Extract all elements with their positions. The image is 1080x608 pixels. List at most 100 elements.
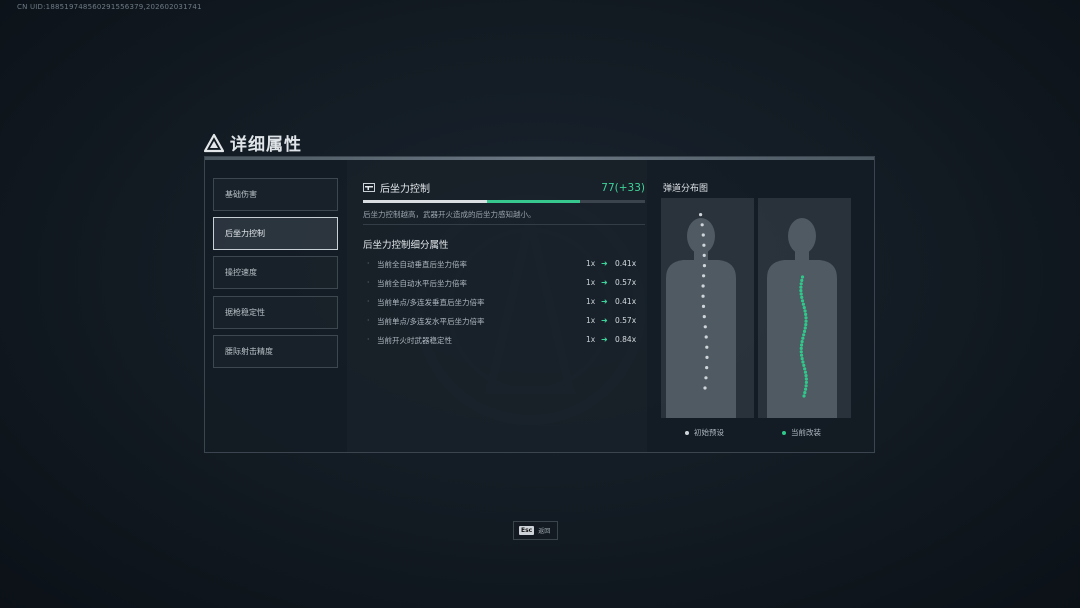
attr-from: 1x — [586, 297, 596, 306]
spread-dot — [802, 363, 806, 367]
attr-to: 0.41x — [615, 297, 637, 306]
page-header: 详细属性 — [204, 130, 302, 155]
spread-dot — [800, 295, 804, 299]
attr-label: 当前全自动垂直后坐力倍率 — [377, 260, 467, 269]
spread-dot — [803, 370, 808, 374]
spread-dot — [804, 323, 808, 327]
list-item: · 当前全自动垂直后坐力倍率 1x ➜ 0.41x — [367, 259, 637, 269]
spread-dot — [703, 325, 707, 329]
spread-dot — [701, 233, 705, 237]
nav-item-recoil-control[interactable]: 后坐力控制 — [213, 217, 338, 250]
stat-header: 后坐力控制 77(+33) — [363, 180, 645, 195]
spread-dot — [804, 374, 808, 378]
stat-detail: 后坐力控制 77(+33) 后坐力控制越高，武器开火造成的后坐力感知越小。 后坐… — [347, 160, 647, 452]
spread-dot — [802, 329, 807, 333]
spread-dot — [700, 223, 704, 227]
spread-dot — [803, 387, 808, 391]
esc-key-icon: Esc — [519, 526, 535, 535]
spread-dot — [803, 326, 807, 330]
attr-label: 当前单点/多连发垂直后坐力倍率 — [377, 298, 485, 307]
arrow-right-icon: ➜ — [601, 278, 608, 287]
gun-icon — [363, 183, 375, 192]
spread-dot — [799, 285, 803, 289]
attr-from: 1x — [586, 335, 596, 344]
back-button[interactable]: Esc 返回 — [513, 521, 558, 540]
sub-attributes-title: 后坐力控制细分属性 — [363, 240, 449, 251]
page-title: 详细属性 — [230, 135, 302, 155]
nav-item-base-damage[interactable]: 基础伤害 — [213, 178, 338, 211]
legend-initial: 初始预设 — [685, 427, 724, 438]
spread-dot — [800, 278, 804, 282]
back-label: 返回 — [538, 528, 551, 535]
spread-dot — [803, 367, 807, 371]
stat-name: 后坐力控制 — [380, 184, 430, 195]
warning-triangle-icon — [204, 133, 224, 152]
nav-item-handling-speed[interactable]: 操控速度 — [213, 256, 338, 289]
spread-dot — [800, 275, 805, 279]
dot-icon — [685, 430, 689, 435]
attr-to: 0.57x — [615, 316, 637, 325]
attr-label: 当前单点/多连发水平后坐力倍率 — [377, 317, 485, 326]
spread-dot — [804, 312, 808, 316]
legend-current: 当前改装 — [782, 427, 821, 438]
spread-current-chart — [767, 218, 837, 418]
spread-dot — [701, 284, 705, 288]
details-panel: 基础伤害 后坐力控制 操控速度 据枪稳定性 腰际射击精度 后坐力控制 77(+3… — [204, 156, 875, 453]
divider — [363, 224, 645, 225]
spread-title: 弹道分布图 — [663, 184, 709, 194]
stat-bar — [363, 200, 645, 203]
spread-dot — [804, 380, 808, 384]
spread-dot — [705, 345, 709, 349]
list-item: · 当前开火时武器稳定性 1x ➜ 0.84x — [367, 335, 637, 345]
arrow-right-icon: ➜ — [601, 316, 608, 325]
spread-dot — [799, 353, 804, 357]
spread-dot — [800, 299, 805, 303]
spread-dot — [801, 360, 805, 364]
arrow-right-icon: ➜ — [601, 297, 608, 306]
spread-current-panel — [758, 198, 851, 418]
attr-from: 1x — [586, 316, 596, 325]
stat-value: 77(+33) — [601, 181, 645, 194]
spread-dot — [702, 264, 707, 268]
stat-bar-bonus — [487, 200, 581, 203]
spread-dot — [804, 377, 808, 381]
spread-dot — [799, 346, 803, 350]
list-item: · 当前全自动水平后坐力倍率 1x ➜ 0.57x — [367, 278, 637, 288]
dot-icon — [782, 430, 786, 435]
spread-initial-chart — [666, 213, 736, 418]
spread-dot — [701, 294, 705, 298]
uid-text: CN UID:18851974856029155637​9,2026020317… — [17, 3, 202, 11]
spread-dot — [804, 384, 808, 388]
spread-section: 弹道分布图 初始预设 当前改装 — [647, 160, 874, 452]
arrow-right-icon: ➜ — [601, 259, 608, 268]
attr-label: 当前全自动水平后坐力倍率 — [377, 279, 467, 288]
spread-dot — [704, 376, 708, 380]
spread-dot — [701, 304, 706, 308]
attr-to: 0.57x — [615, 278, 637, 287]
spread-dot — [705, 355, 709, 359]
spread-initial-panel — [661, 198, 754, 418]
nav-item-aim-stability[interactable]: 据枪稳定性 — [213, 296, 338, 329]
spread-dot — [804, 316, 808, 320]
spread-dot — [704, 335, 708, 339]
attr-from: 1x — [586, 278, 596, 287]
spread-dot — [703, 386, 707, 390]
spread-dot — [799, 343, 804, 347]
spread-dot — [799, 289, 803, 293]
spread-dot — [698, 213, 703, 217]
spread-dot — [702, 243, 706, 247]
list-item: · 当前单点/多连发垂直后坐力倍率 1x ➜ 0.41x — [367, 297, 637, 307]
spread-dot — [705, 366, 709, 370]
spread-dot — [701, 274, 706, 278]
spread-dot — [702, 253, 706, 257]
spread-dot — [801, 302, 805, 306]
spread-dot — [802, 394, 806, 398]
spread-dot — [800, 340, 804, 344]
nav-item-hipfire-accuracy[interactable]: 腰际射击精度 — [213, 335, 338, 368]
spread-dot — [802, 306, 806, 310]
spread-dot — [799, 350, 803, 354]
attr-from: 1x — [586, 259, 596, 268]
spread-dot — [804, 319, 808, 323]
spread-dot — [799, 282, 803, 286]
stat-description: 后坐力控制越高，武器开火造成的后坐力感知越小。 — [363, 210, 536, 219]
